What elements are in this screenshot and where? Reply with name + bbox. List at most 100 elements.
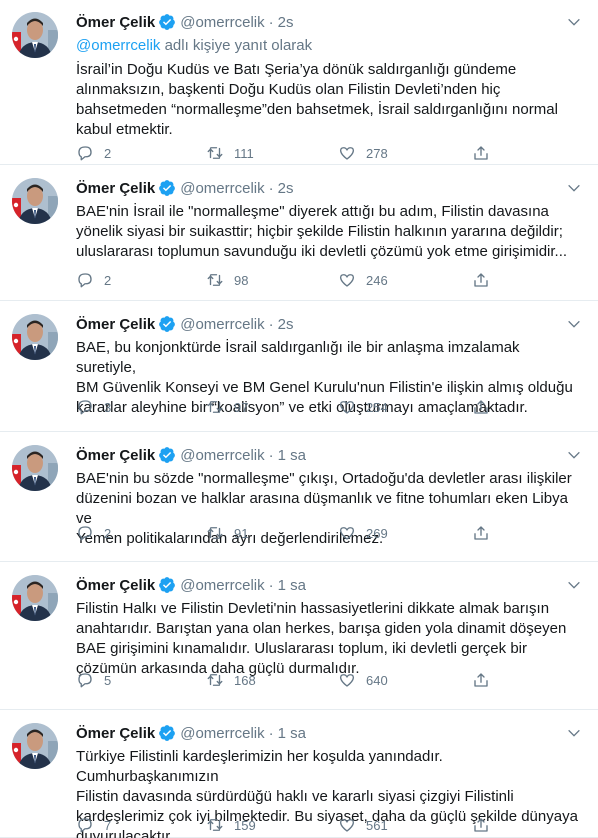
share-button[interactable] [472, 523, 502, 543]
timestamp[interactable]: 2s [278, 180, 294, 197]
like-button[interactable]: 561 [338, 815, 472, 835]
timestamp[interactable]: 1 sa [278, 725, 306, 742]
profile-photo-icon [12, 314, 58, 360]
reply-count: 2 [104, 145, 112, 161]
display-name[interactable]: Ömer Çelik [76, 447, 155, 464]
like-button[interactable]: 246 [338, 270, 472, 290]
display-name[interactable]: Ömer Çelik [76, 316, 155, 333]
like-icon [339, 401, 355, 414]
like-button[interactable]: 254 [338, 397, 472, 417]
retweet-count: 97 [234, 399, 249, 415]
user-handle[interactable]: @omerrcelik [180, 180, 264, 197]
avatar[interactable] [12, 178, 58, 224]
like-icon [339, 819, 355, 832]
profile-photo-icon [12, 12, 58, 58]
avatar[interactable] [12, 12, 58, 58]
retweet-icon [207, 674, 223, 686]
separator-dot: · [268, 179, 274, 197]
reply-button[interactable]: 7 [76, 815, 206, 835]
tweet-actions: 5 168 640 [76, 670, 506, 690]
share-button[interactable] [472, 143, 502, 163]
tweet-feed: Ömer Çelik @omerrcelik · 2s @omerrcelik … [0, 0, 598, 838]
tweet[interactable]: Ömer Çelik @omerrcelik · 2s BAE'nin İsra… [0, 166, 598, 301]
avatar[interactable] [12, 575, 58, 621]
retweet-icon [207, 527, 223, 539]
tweet-actions: 3 97 254 [76, 397, 506, 417]
verified-badge-icon [159, 577, 176, 593]
tweet[interactable]: Ömer Çelik @omerrcelik · 1 sa Türkiye Fi… [0, 711, 598, 838]
tweet[interactable]: Ömer Çelik @omerrcelik · 2s @omerrcelik … [0, 0, 598, 165]
like-button[interactable]: 269 [338, 523, 472, 543]
retweet-button[interactable]: 97 [206, 397, 338, 417]
reply-count: 2 [104, 525, 112, 541]
reply-count: 3 [104, 399, 112, 415]
reply-button[interactable]: 3 [76, 397, 206, 417]
reply-mention-link[interactable]: @omerrcelik [76, 37, 160, 54]
chevron-down-icon[interactable] [566, 316, 582, 332]
avatar[interactable] [12, 723, 58, 769]
timestamp[interactable]: 1 sa [278, 447, 306, 464]
share-icon [474, 526, 488, 540]
avatar[interactable] [12, 314, 58, 360]
reply-count: 2 [104, 272, 112, 288]
verified-badge-icon [159, 725, 176, 741]
verified-badge-icon [159, 316, 176, 332]
chevron-down-icon[interactable] [566, 180, 582, 196]
timestamp[interactable]: 2s [278, 14, 294, 31]
chevron-down-icon[interactable] [566, 577, 582, 593]
timestamp[interactable]: 2s [278, 316, 294, 333]
reply-button[interactable]: 5 [76, 670, 206, 690]
retweet-button[interactable]: 111 [206, 143, 338, 163]
like-icon [339, 147, 355, 160]
share-button[interactable] [472, 670, 502, 690]
user-handle[interactable]: @omerrcelik [180, 14, 264, 31]
user-handle[interactable]: @omerrcelik [180, 447, 264, 464]
chevron-down-icon[interactable] [566, 447, 582, 463]
share-icon [474, 146, 488, 160]
like-icon [339, 527, 355, 540]
chevron-down-icon[interactable] [566, 725, 582, 741]
user-handle[interactable]: @omerrcelik [180, 725, 264, 742]
share-button[interactable] [472, 397, 502, 417]
share-button[interactable] [472, 815, 502, 835]
share-button[interactable] [472, 270, 502, 290]
retweet-button[interactable]: 159 [206, 815, 338, 835]
separator-dot: · [268, 315, 274, 333]
reply-button[interactable]: 2 [76, 523, 206, 543]
reply-button[interactable]: 2 [76, 270, 206, 290]
like-button[interactable]: 640 [338, 670, 472, 690]
tweet[interactable]: Ömer Çelik @omerrcelik · 1 sa BAE'nin bu… [0, 433, 598, 562]
tweet[interactable]: Ömer Çelik @omerrcelik · 1 sa Filistin H… [0, 563, 598, 710]
user-handle[interactable]: @omerrcelik [180, 577, 264, 594]
display-name[interactable]: Ömer Çelik [76, 725, 155, 742]
chevron-down-icon[interactable] [566, 14, 582, 30]
user-handle[interactable]: @omerrcelik [180, 316, 264, 333]
profile-photo-icon [12, 723, 58, 769]
like-button[interactable]: 278 [338, 143, 472, 163]
tweet[interactable]: Ömer Çelik @omerrcelik · 2s BAE, bu konj… [0, 302, 598, 432]
retweet-button[interactable]: 91 [206, 523, 338, 543]
display-name[interactable]: Ömer Çelik [76, 180, 155, 197]
retweet-count: 91 [234, 525, 249, 541]
retweet-button[interactable]: 168 [206, 670, 338, 690]
like-icon [339, 674, 355, 687]
avatar[interactable] [12, 445, 58, 491]
like-count: 561 [366, 817, 388, 833]
display-name[interactable]: Ömer Çelik [76, 577, 155, 594]
display-name[interactable]: Ömer Çelik [76, 14, 155, 31]
reply-icon [78, 673, 92, 688]
reply-icon [78, 400, 92, 415]
retweet-icon [207, 147, 223, 159]
tweet-actions: 2 91 269 [76, 523, 506, 543]
reply-button[interactable]: 2 [76, 143, 206, 163]
tweet-text: İsrail’in Doğu Kudüs ve Batı Şeria’ya dö… [76, 61, 558, 138]
like-count: 278 [366, 145, 388, 161]
retweet-icon [207, 274, 223, 286]
like-count: 269 [366, 525, 388, 541]
retweet-button[interactable]: 98 [206, 270, 338, 290]
reply-count: 7 [104, 817, 112, 833]
retweet-count: 98 [234, 272, 249, 288]
timestamp[interactable]: 1 sa [278, 577, 306, 594]
like-icon [339, 274, 355, 287]
reply-icon [78, 526, 92, 541]
